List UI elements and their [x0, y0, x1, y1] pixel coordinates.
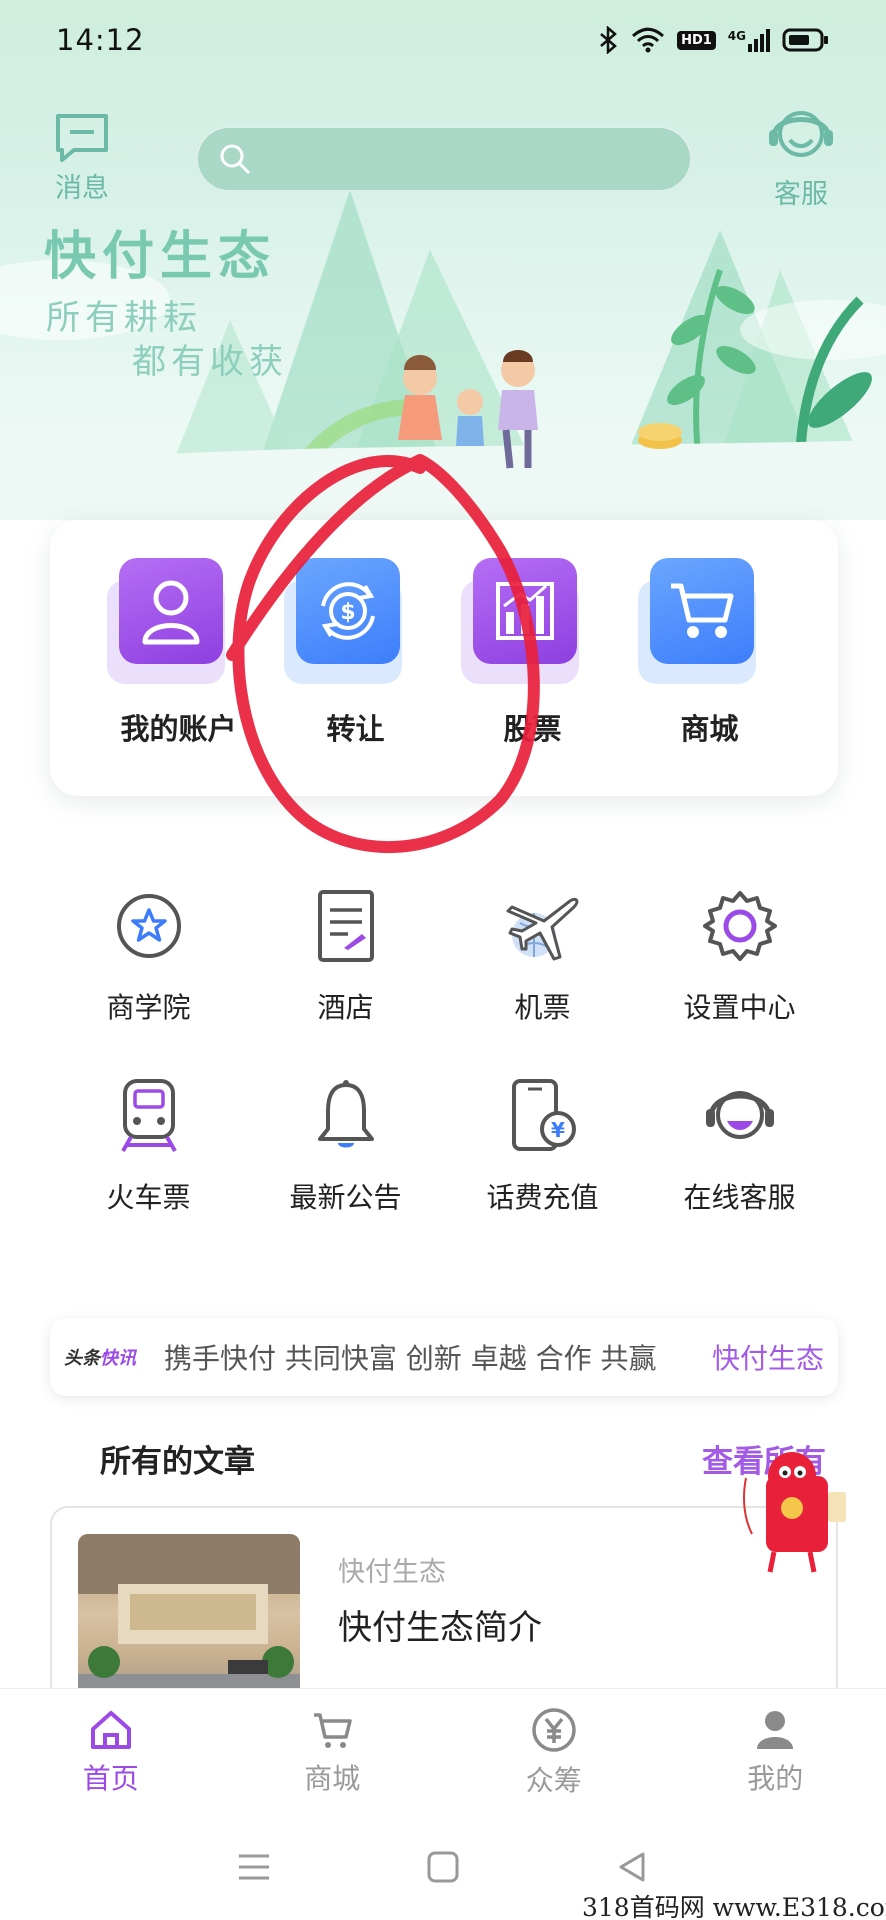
- my-account-label: 我的账户: [120, 712, 237, 746]
- nav-crowdfunding-label: 众筹: [525, 1764, 582, 1797]
- status-time: 14:12: [56, 23, 145, 57]
- flight-label: 机票: [514, 991, 571, 1024]
- news-tag: 头条快讯: [64, 1344, 136, 1370]
- hero-subtitle-1: 所有耕耘: [46, 298, 202, 338]
- status-bar: 14:12 HD1 4G: [0, 0, 886, 80]
- message-button[interactable]: 消息: [54, 112, 110, 205]
- news-tag-prefix: 头条: [64, 1348, 100, 1369]
- headset-icon: [769, 111, 833, 157]
- nav-profile[interactable]: 我的: [685, 1707, 865, 1797]
- business-school-button[interactable]: 商学院: [50, 886, 247, 1026]
- nav-crowdfunding[interactable]: 众筹: [464, 1707, 644, 1799]
- message-label: 消息: [55, 173, 109, 204]
- hero-title: 快付生态: [44, 226, 277, 287]
- wifi-icon: [632, 27, 665, 53]
- article-category: 快付生态: [338, 1557, 446, 1588]
- transfer-label: 转让: [326, 712, 385, 746]
- articles-section-title: 所有的文章: [100, 1444, 255, 1480]
- bottom-navigation: 首页 商城 众筹 我的: [0, 1688, 886, 1814]
- settings-button[interactable]: 设置中心: [641, 886, 838, 1026]
- bluetooth-icon: [600, 26, 617, 54]
- battery-icon: [782, 28, 828, 52]
- service-label: 客服: [774, 179, 828, 210]
- nav-profile-label: 我的: [747, 1762, 804, 1795]
- status-icons: HD1 4G: [597, 26, 830, 54]
- app-screen: 14:12 HD1 4G 消息 客服 快付生态 所有耕耘 都有收获 我的账户 $…: [0, 0, 886, 1920]
- bell-icon: [317, 1080, 374, 1148]
- svg-text:$: $: [340, 600, 355, 625]
- stock-label: 股票: [503, 712, 562, 746]
- star-icon: [116, 894, 181, 958]
- chart-icon: [460, 558, 593, 684]
- message-icon: [56, 114, 108, 162]
- hero-banner: 14:12 HD1 4G 消息 客服 快付生态 所有耕耘 都有收获: [0, 0, 886, 520]
- customer-service-button[interactable]: 客服: [766, 104, 836, 211]
- svg-text:¥: ¥: [551, 1118, 565, 1142]
- hero-subtitle-2: 都有收获: [132, 342, 288, 382]
- news-tag-highlight: 快讯: [100, 1348, 136, 1369]
- gear-icon: [702, 891, 777, 961]
- back-icon[interactable]: [615, 1850, 649, 1884]
- train-icon: [120, 1079, 177, 1152]
- feature-grid: 商学院 酒店 机票 设置中心 火车票 最新公告 ¥ 话费充值 在线客服: [50, 886, 838, 1216]
- home-icon: [90, 1711, 131, 1749]
- business-school-label: 商学院: [106, 991, 191, 1024]
- home-square-icon[interactable]: [426, 1850, 460, 1884]
- announcement-label: 最新公告: [289, 1181, 402, 1214]
- nav-home-label: 首页: [82, 1762, 139, 1795]
- cart-icon: [637, 558, 770, 684]
- mall-label: 商城: [680, 712, 739, 746]
- news-ticker[interactable]: 头条快讯 携手快付 共同快富 创新 卓越 合作 共赢 快付生态: [50, 1318, 838, 1396]
- search-icon: [220, 144, 251, 175]
- yen-icon: [532, 1708, 576, 1752]
- train-ticket-label: 火车票: [106, 1181, 191, 1214]
- train-ticket-button[interactable]: 火车票: [50, 1076, 247, 1216]
- transfer-button[interactable]: $ 转让: [276, 558, 436, 748]
- hotel-label: 酒店: [317, 991, 374, 1024]
- main-actions-card: 我的账户 $ 转让 股票 商城: [50, 520, 838, 796]
- document-icon: [317, 890, 374, 962]
- nav-home[interactable]: 首页: [21, 1707, 201, 1797]
- plane-icon: [506, 897, 578, 961]
- watermark: 318首码网 www.E318.com: [582, 1893, 886, 1920]
- search-bar[interactable]: [196, 126, 692, 192]
- menu-icon[interactable]: [237, 1852, 271, 1882]
- mall-button[interactable]: 商城: [630, 558, 790, 748]
- cart-icon: [314, 1713, 352, 1748]
- my-account-button[interactable]: 我的账户: [99, 558, 259, 748]
- news-text: 携手快付 共同快富 创新 卓越 合作 共赢: [164, 1342, 657, 1375]
- person-icon: [757, 1711, 794, 1749]
- network-label: 4G: [727, 28, 746, 43]
- news-link[interactable]: 快付生态: [712, 1337, 824, 1377]
- stock-button[interactable]: 股票: [453, 558, 613, 748]
- transfer-icon: $: [283, 558, 416, 684]
- article-title: 快付生态简介: [338, 1608, 542, 1648]
- red-packet-icon[interactable]: [740, 1448, 850, 1578]
- signal-indicator: 4G: [727, 28, 770, 52]
- phone-recharge-label: 话费充值: [486, 1181, 599, 1214]
- user-icon: [106, 558, 239, 684]
- nav-mall-label: 商城: [304, 1762, 361, 1795]
- search-input[interactable]: [252, 128, 690, 190]
- flight-button[interactable]: 机票: [444, 886, 641, 1026]
- phone-recharge-icon: ¥: [511, 1079, 576, 1151]
- settings-label: 设置中心: [683, 991, 796, 1024]
- phone-recharge-button[interactable]: ¥ 话费充值: [444, 1076, 641, 1216]
- nav-mall[interactable]: 商城: [242, 1707, 422, 1797]
- hd-badge: HD1: [677, 30, 716, 50]
- online-service-button[interactable]: 在线客服: [641, 1076, 838, 1216]
- headset-icon: [705, 1091, 774, 1139]
- hotel-button[interactable]: 酒店: [247, 886, 444, 1026]
- announcement-button[interactable]: 最新公告: [247, 1076, 444, 1216]
- online-service-label: 在线客服: [683, 1181, 796, 1214]
